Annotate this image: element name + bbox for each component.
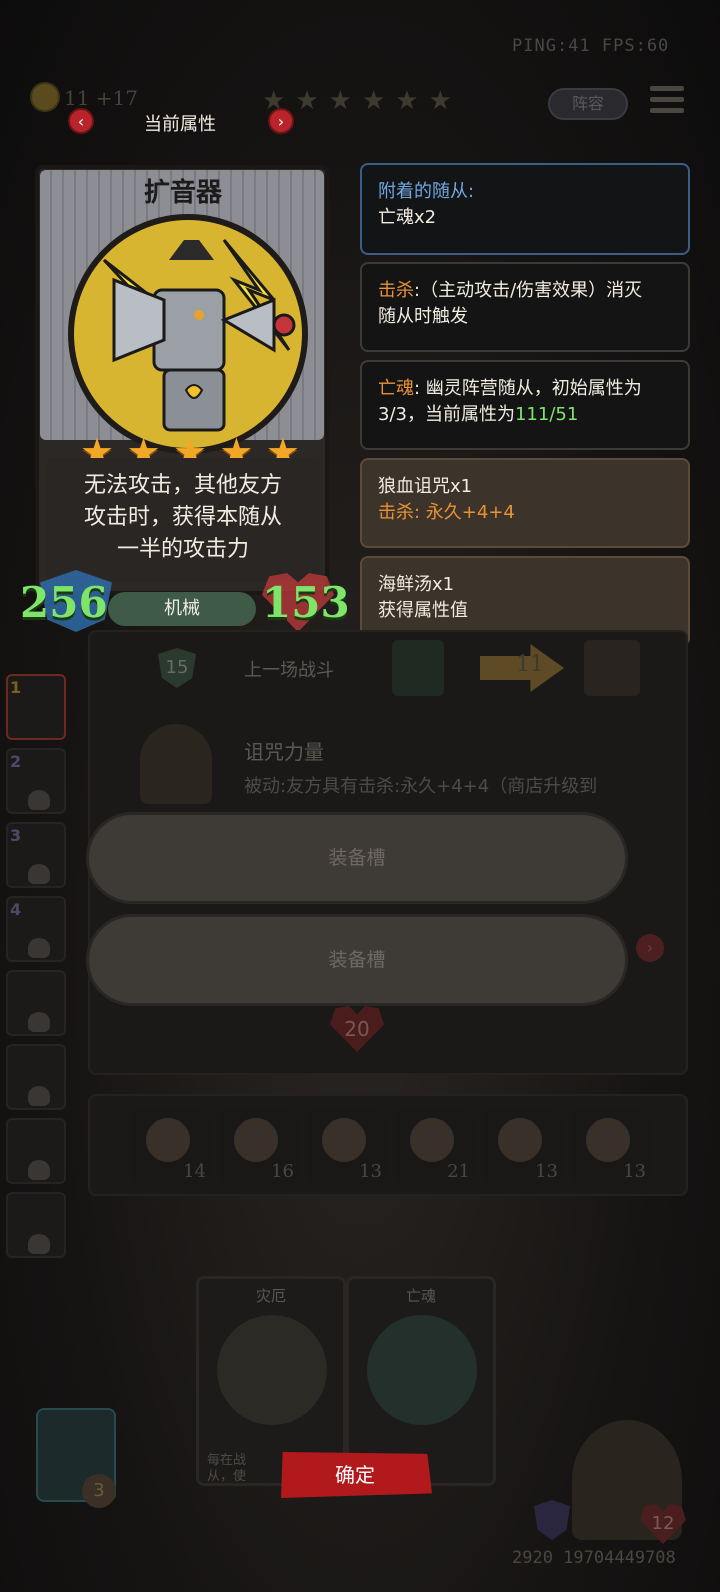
curse-item-name: 狼血诅咒x1 [378, 476, 473, 497]
choice-card-name: 灾厄 [255, 1287, 286, 1305]
ghost-minion-art [367, 1315, 477, 1425]
ghost-keyword-panel: 亡魂: 幽灵阵营随从，初始属性为 3/3，当前属性为111/51 [360, 360, 690, 450]
ping-fps-readout: PING:41 FPS:60 [512, 36, 670, 56]
player-id: 2920 19704449708 [512, 1548, 676, 1568]
item-count: 21 [447, 1161, 470, 1182]
fish-icon [498, 1118, 542, 1162]
tribe-badge: 机械 [108, 592, 256, 626]
soup-item-effect: 获得属性值 [378, 600, 468, 621]
alarm-clock-icon [234, 1118, 278, 1162]
choice-card-name: 亡魂 [405, 1287, 436, 1305]
pumpkin-minion-art [217, 1315, 327, 1425]
slot-number: 1 [10, 678, 22, 697]
megaphone-robot-portrait [68, 214, 308, 454]
slot-number: 2 [10, 752, 22, 771]
mirror-icon [146, 1118, 190, 1162]
item-slot[interactable]: 21 [394, 1110, 474, 1184]
hero-portrait-small [584, 640, 640, 696]
item-count: 13 [359, 1161, 382, 1182]
skull-icon [28, 1160, 50, 1180]
star-icon: ★ [361, 86, 386, 116]
star-icon: ★ [295, 86, 319, 116]
item-slot[interactable]: 13 [306, 1110, 386, 1184]
damage-arrow-value: 11 [516, 652, 544, 677]
attached-minions-panel: 附着的随从: 亡魂x2 [360, 163, 690, 255]
attached-value: 亡魂x2 [378, 207, 437, 228]
star-icon: ★ [328, 86, 352, 116]
description-line: 一半的攻击力 [116, 537, 249, 562]
item-count: 14 [183, 1161, 206, 1182]
item-count: 16 [271, 1161, 294, 1182]
star-icon: ★ [428, 86, 452, 116]
minion-slot-4[interactable]: 4 [6, 896, 66, 962]
card-name: 扩音器 [143, 178, 222, 208]
current-attributes-title: 当前属性 [144, 114, 216, 135]
kill-line-2: 随从时触发 [378, 306, 468, 327]
minion-slot-3[interactable]: 3 [6, 822, 66, 888]
minion-slot-6[interactable] [6, 1044, 66, 1110]
item-count: 13 [535, 1161, 558, 1182]
star-icon: ★ [395, 86, 419, 116]
minion-card: 扩音器 ★ ★ ★ ★ ★ 无法攻击，其他友方 攻击时，获得本随从 一半的攻击力 [30, 160, 336, 600]
attack-value: 256 [20, 578, 108, 627]
soup-item-name: 海鲜汤x1 [378, 574, 455, 595]
kill-line-1: :（主动攻击/伤害效果）消灭 [414, 280, 643, 301]
skull-icon [28, 864, 50, 884]
coin-count: 11 +17 [64, 86, 139, 110]
slot-number: 3 [10, 826, 22, 845]
refresh-count: 3 [82, 1474, 116, 1508]
attached-label: 附着的随从: [378, 181, 475, 202]
item-slot[interactable]: 14 [130, 1110, 210, 1184]
item-bar: 14 16 13 21 13 13 [88, 1094, 688, 1196]
minion-slot-1[interactable]: 1 [6, 674, 66, 740]
menu-icon[interactable] [650, 86, 684, 116]
description-line: 攻击时，获得本随从 [83, 505, 282, 530]
ghost-keyword: 亡魂 [378, 378, 414, 399]
kill-keyword-panel: 击杀:（主动攻击/伤害效果）消灭 随从时触发 [360, 262, 690, 352]
curse-item-effect: 永久+4+4 [425, 502, 515, 523]
skull-icon [28, 1086, 50, 1106]
minion-slot-5[interactable] [6, 970, 66, 1036]
enemy-portrait [392, 640, 444, 696]
minion-slot-8[interactable] [6, 1192, 66, 1258]
equipment-slot-1[interactable]: 装备槽 [86, 812, 628, 904]
choice-card-text: 每在战 从，使 [207, 1453, 247, 1484]
curse-power-icon [140, 724, 212, 804]
curse-power-title: 诅咒力量 [244, 740, 324, 764]
item-slot[interactable]: 16 [218, 1110, 298, 1184]
curse-item-panel: 狼血诅咒x1 击杀: 永久+4+4 [360, 458, 690, 548]
ghost-line-2: 3/3，当前属性为 [378, 404, 515, 425]
teacup-icon [322, 1118, 366, 1162]
coin-icon [30, 82, 60, 112]
slot-number: 4 [10, 900, 22, 919]
next-arrow-button[interactable]: › [268, 108, 294, 134]
card-description: 无法攻击，其他友方 攻击时，获得本随从 一半的攻击力 [46, 458, 320, 582]
minion-slot-7[interactable] [6, 1118, 66, 1184]
item-slot[interactable]: 13 [482, 1110, 562, 1184]
confirm-button[interactable]: 确定 [281, 1452, 432, 1498]
skull-icon [28, 1234, 50, 1254]
description-line: 无法攻击，其他友方 [83, 473, 282, 498]
health-value: 153 [262, 578, 350, 627]
equipment-slot-2[interactable]: 装备槽 [86, 914, 628, 1006]
item-count: 13 [623, 1161, 646, 1182]
lineup-button[interactable]: 阵容 [548, 88, 628, 120]
curse-power-desc: 被动:友方具有击杀:永久+4+4（商店升级到 [244, 776, 598, 797]
last-battle-label: 上一场战斗 [244, 660, 334, 681]
skull-icon [28, 938, 50, 958]
item-slot[interactable]: 13 [570, 1110, 650, 1184]
prev-arrow-button[interactable]: ‹ [68, 108, 94, 134]
ghost-current-stats: 111/51 [514, 404, 579, 425]
skull-icon [28, 1012, 50, 1032]
skull-icon [28, 790, 50, 810]
next-page-arrow-icon[interactable]: › [636, 934, 664, 962]
curse-item-kill: 击杀: [378, 502, 426, 523]
kill-keyword: 击杀 [378, 280, 414, 301]
cupcake-icon [410, 1118, 454, 1162]
minion-slot-2[interactable]: 2 [6, 748, 66, 814]
clown-icon [586, 1118, 630, 1162]
ghost-line-1: : 幽灵阵营随从，初始属性为 [414, 378, 642, 399]
